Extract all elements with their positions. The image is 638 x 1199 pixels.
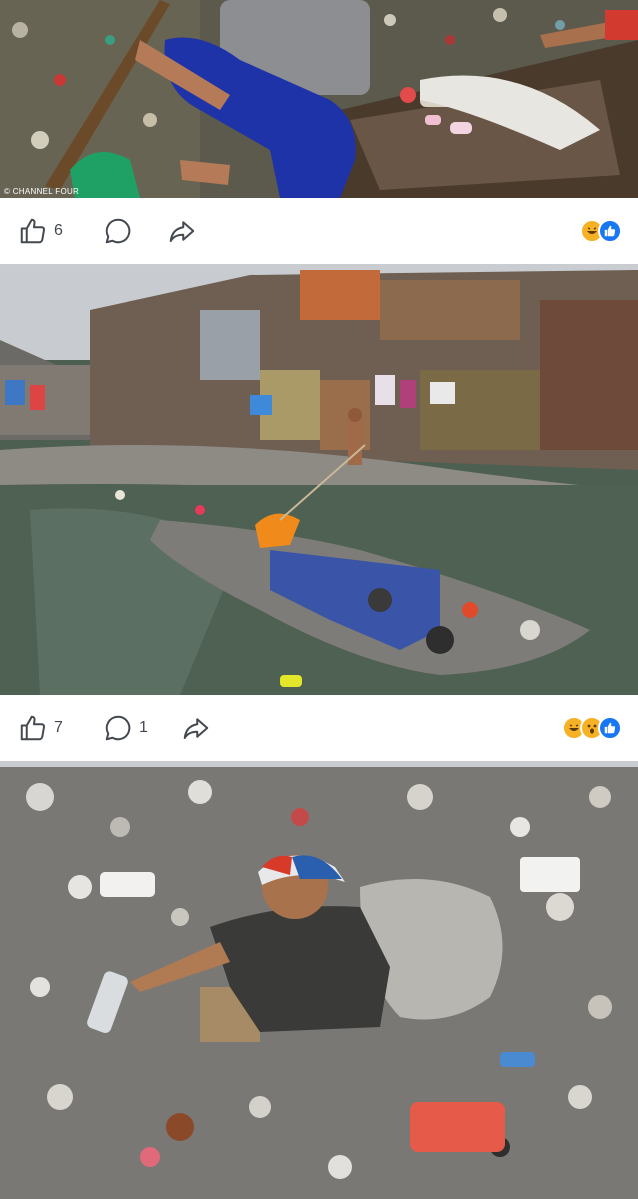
like-count: 6 <box>54 222 63 239</box>
comment-button[interactable]: 1 <box>103 695 148 761</box>
share-button[interactable] <box>167 198 197 264</box>
share-icon <box>183 718 209 739</box>
comment-icon <box>105 715 131 741</box>
thumbs-up-icon <box>20 715 46 741</box>
photo-credit: © CHANNEL FOUR <box>4 187 80 196</box>
like-button[interactable]: 6 <box>18 198 63 264</box>
reaction-summary[interactable] <box>580 198 622 264</box>
like-icon <box>598 219 622 243</box>
comment-icon <box>105 218 131 244</box>
garbage-river-image <box>0 767 638 1199</box>
post-photo[interactable] <box>0 767 638 1199</box>
feed: © CHANNEL FOUR 6 7 1 <box>0 0 638 1199</box>
canal-image <box>0 270 638 695</box>
post-photo[interactable] <box>0 270 638 695</box>
reaction-summary[interactable] <box>562 695 622 761</box>
like-count: 7 <box>54 719 63 736</box>
post-action-bar: 6 <box>0 198 638 264</box>
river-boat-image <box>0 0 638 198</box>
share-icon <box>169 221 195 242</box>
like-icon <box>598 716 622 740</box>
like-button[interactable]: 7 <box>18 695 63 761</box>
post-action-bar: 7 1 <box>0 695 638 761</box>
share-button[interactable] <box>181 695 211 761</box>
post-photo[interactable]: © CHANNEL FOUR <box>0 0 638 198</box>
comment-count: 1 <box>139 719 148 736</box>
thumbs-up-icon <box>20 218 46 244</box>
comment-button[interactable] <box>103 198 139 264</box>
